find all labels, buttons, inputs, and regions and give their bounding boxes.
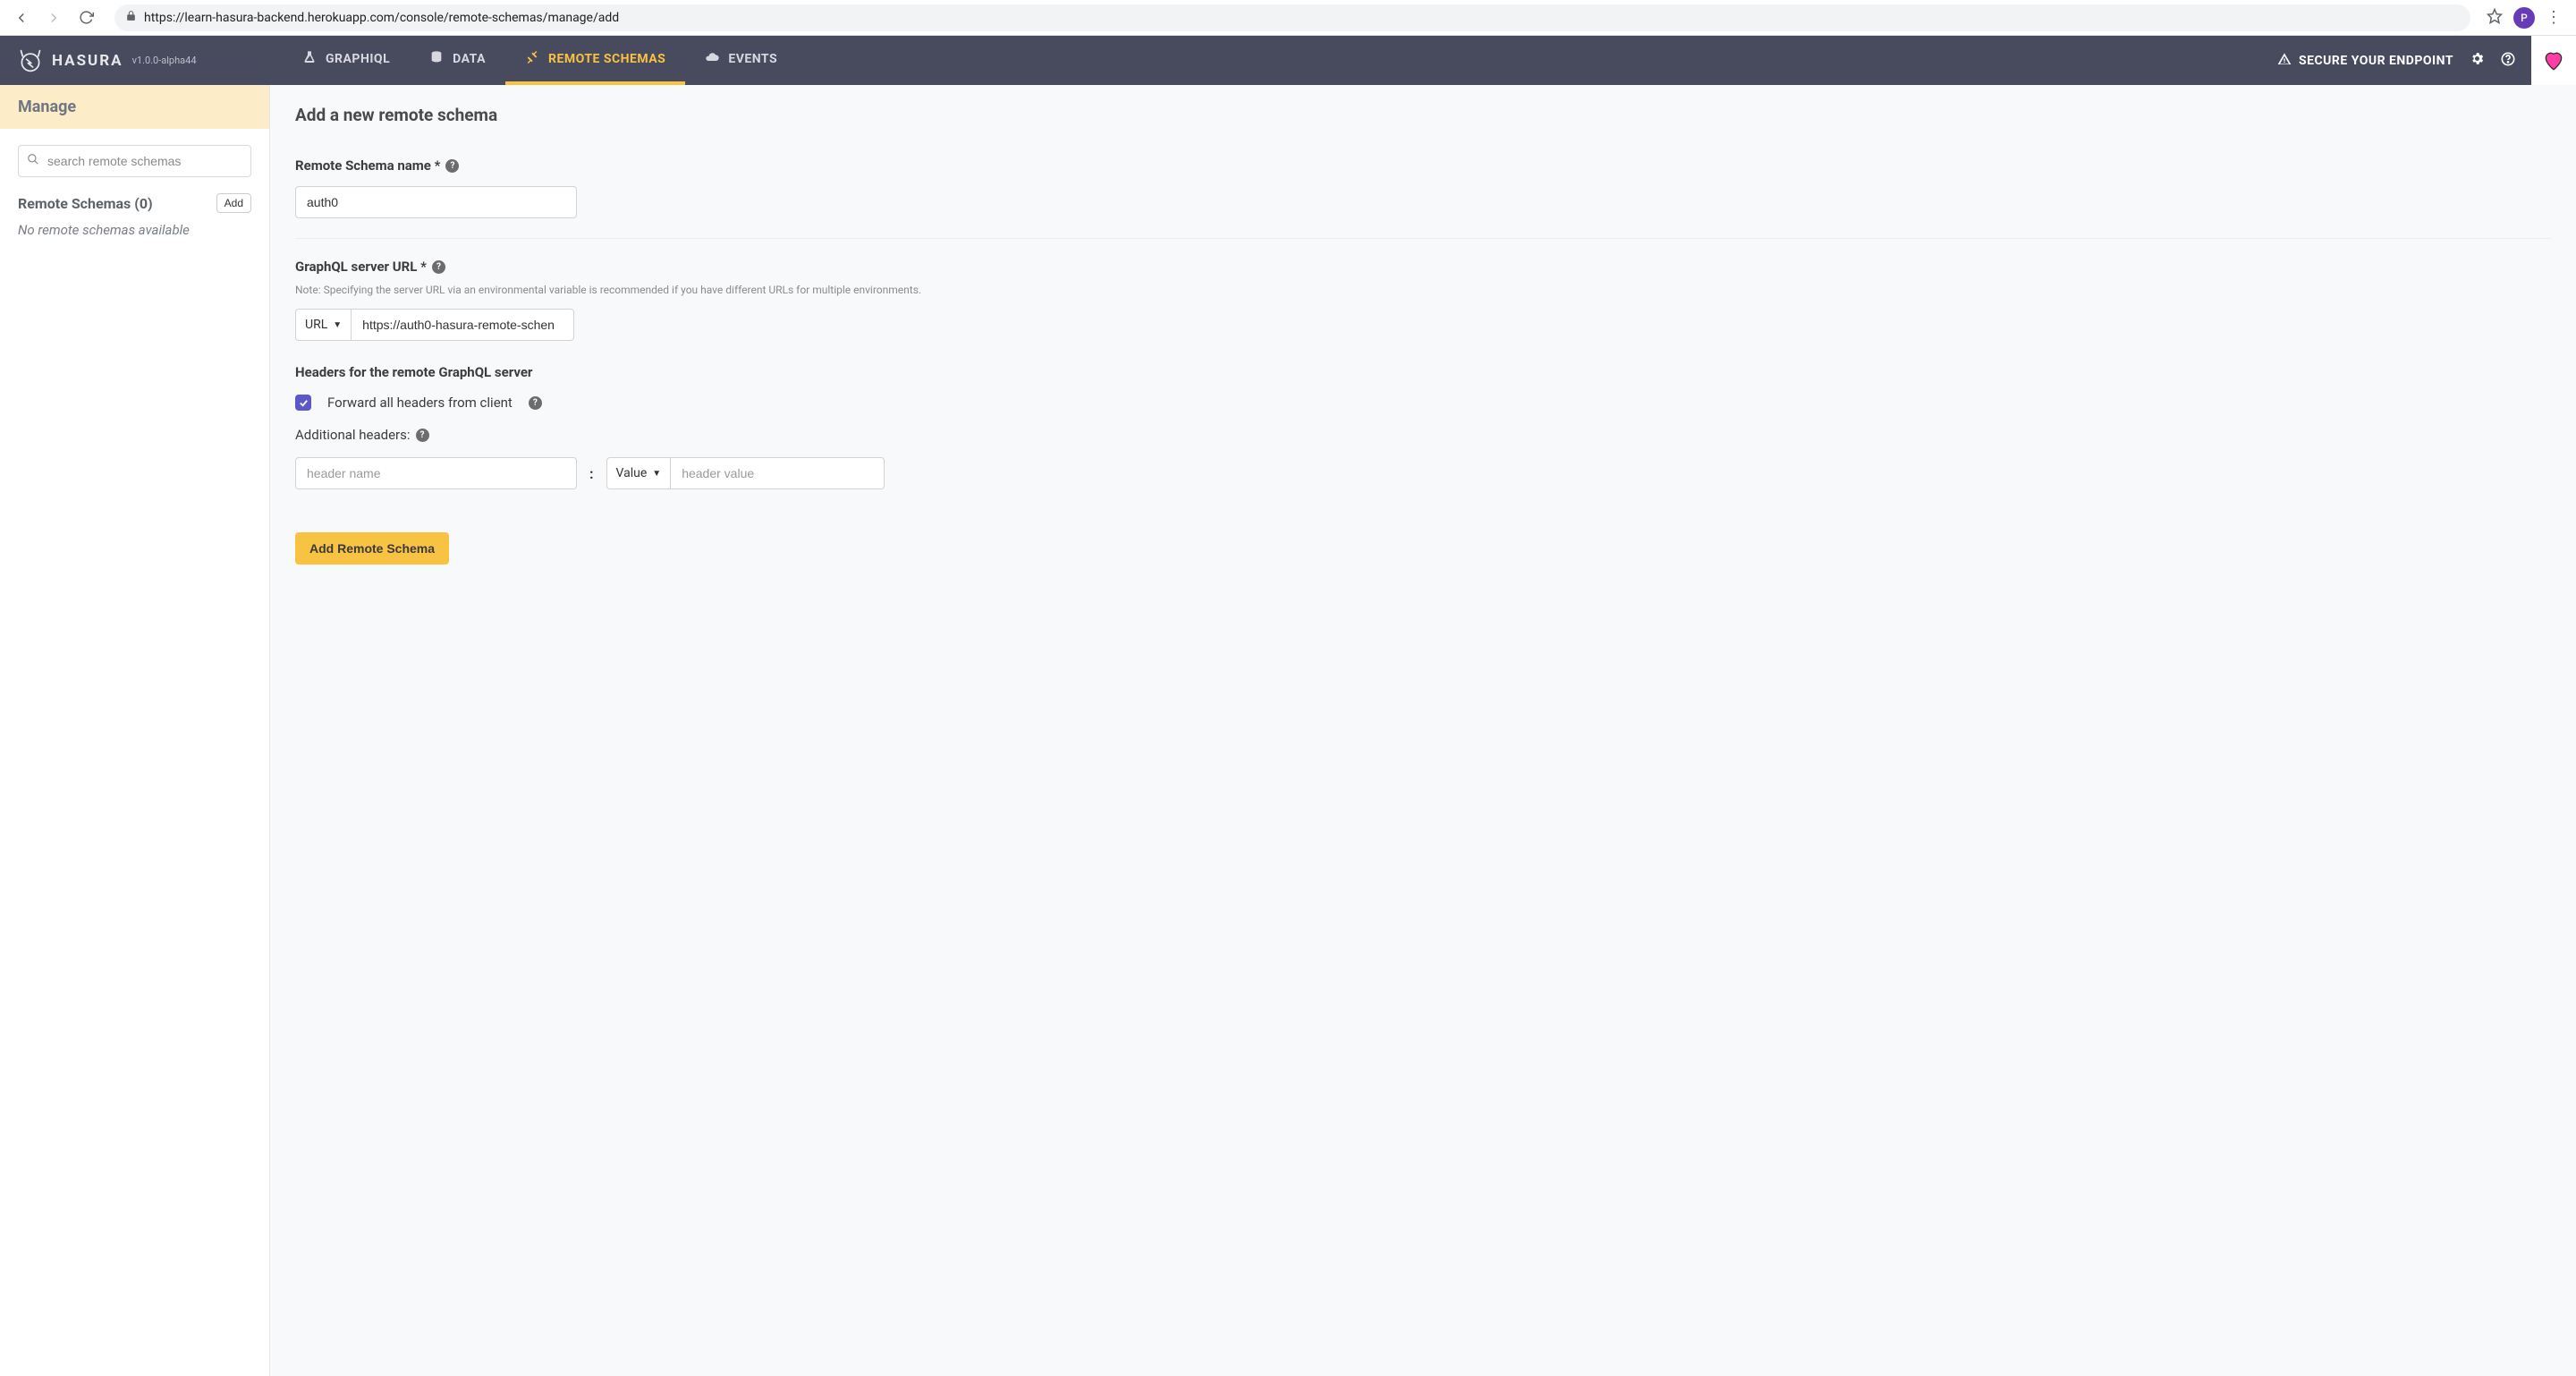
secure-endpoint-link[interactable]: SECURE YOUR ENDPOINT — [2277, 52, 2453, 70]
hasura-logo-icon — [18, 48, 43, 73]
cloud-icon — [705, 50, 719, 68]
tab-events[interactable]: EVENTS — [685, 36, 797, 85]
tab-label: EVENTS — [728, 52, 777, 66]
help-tooltip-icon[interactable]: ? — [416, 429, 429, 442]
add-remote-schema-button[interactable]: Add Remote Schema — [295, 532, 449, 565]
plug-icon — [525, 50, 539, 68]
love-hasura-button[interactable] — [2531, 36, 2576, 85]
url-label: GraphQL server URL * — [295, 259, 427, 275]
help-tooltip-icon[interactable]: ? — [529, 396, 542, 410]
browser-url: https://learn-hasura-backend.herokuapp.c… — [144, 11, 619, 25]
header-name-input[interactable] — [295, 457, 577, 489]
headers-label: Headers for the remote GraphQL server — [295, 364, 532, 380]
url-note: Note: Specifying the server URL via an e… — [295, 284, 2551, 296]
heart-icon — [2542, 49, 2565, 72]
browser-back-button[interactable] — [9, 5, 34, 30]
header-value-input[interactable] — [670, 457, 885, 489]
colon-separator: : — [589, 465, 594, 482]
settings-gear-icon[interactable] — [2470, 51, 2485, 70]
sidebar-add-button[interactable]: Add — [216, 193, 251, 213]
browser-address-bar[interactable]: https://learn-hasura-backend.herokuapp.c… — [114, 4, 2470, 31]
name-label: Remote Schema name * — [295, 157, 440, 174]
brand: HASURA v1.0.0-alpha44 — [0, 48, 268, 73]
search-icon — [27, 153, 39, 169]
brand-name: HASURA — [52, 52, 123, 70]
tab-label: REMOTE SCHEMAS — [548, 52, 665, 66]
url-type-select[interactable]: URL ▼ — [295, 309, 351, 341]
tab-graphiql[interactable]: GRAPHIQL — [283, 36, 410, 85]
sidebar-empty-text: No remote schemas available — [18, 222, 251, 238]
remote-schema-name-input[interactable] — [295, 186, 577, 218]
tab-data[interactable]: DATA — [410, 36, 505, 85]
graphql-server-url-input[interactable] — [351, 309, 574, 341]
help-tooltip-icon[interactable]: ? — [445, 159, 459, 173]
lock-icon — [125, 10, 137, 25]
secure-endpoint-label: SECURE YOUR ENDPOINT — [2299, 54, 2453, 68]
app-topnav: HASURA v1.0.0-alpha44 GRAPHIQL DATA REMO… — [0, 36, 2576, 85]
header-value-type-select[interactable]: Value ▼ — [606, 457, 671, 489]
bookmark-star-icon[interactable] — [2487, 8, 2503, 28]
chevron-down-icon: ▼ — [652, 469, 661, 479]
browser-profile-avatar[interactable]: P — [2513, 7, 2535, 29]
divider — [295, 238, 2551, 239]
sidebar: Manage Remote Schemas (0) Add No remote … — [0, 85, 270, 1376]
additional-headers-label: Additional headers: — [295, 427, 411, 443]
flask-icon — [302, 50, 317, 68]
page-title: Add a new remote schema — [295, 105, 2551, 125]
search-remote-schemas-input[interactable] — [18, 145, 251, 177]
chevron-down-icon: ▼ — [333, 320, 342, 330]
browser-chrome: https://learn-hasura-backend.herokuapp.c… — [0, 0, 2576, 36]
browser-forward-button[interactable] — [41, 5, 66, 30]
sidebar-header: Manage — [0, 85, 269, 129]
help-icon[interactable] — [2501, 52, 2515, 70]
tab-label: DATA — [453, 52, 486, 66]
brand-version: v1.0.0-alpha44 — [132, 55, 197, 66]
main-content: Add a new remote schema Remote Schema na… — [270, 85, 2576, 1376]
warning-icon — [2277, 52, 2292, 70]
help-tooltip-icon[interactable]: ? — [432, 260, 445, 274]
tab-remote-schemas[interactable]: REMOTE SCHEMAS — [505, 36, 685, 85]
check-icon — [299, 398, 309, 408]
header-value-type-label: Value — [616, 466, 648, 480]
browser-reload-button[interactable] — [73, 5, 98, 30]
forward-headers-checkbox[interactable] — [295, 395, 311, 411]
tab-label: GRAPHIQL — [326, 52, 390, 66]
url-type-label: URL — [305, 318, 327, 332]
forward-headers-label: Forward all headers from client — [327, 395, 513, 411]
browser-menu-icon[interactable]: ⋮ — [2546, 8, 2562, 27]
sidebar-list-title: Remote Schemas (0) — [18, 195, 153, 212]
database-icon — [429, 50, 444, 68]
